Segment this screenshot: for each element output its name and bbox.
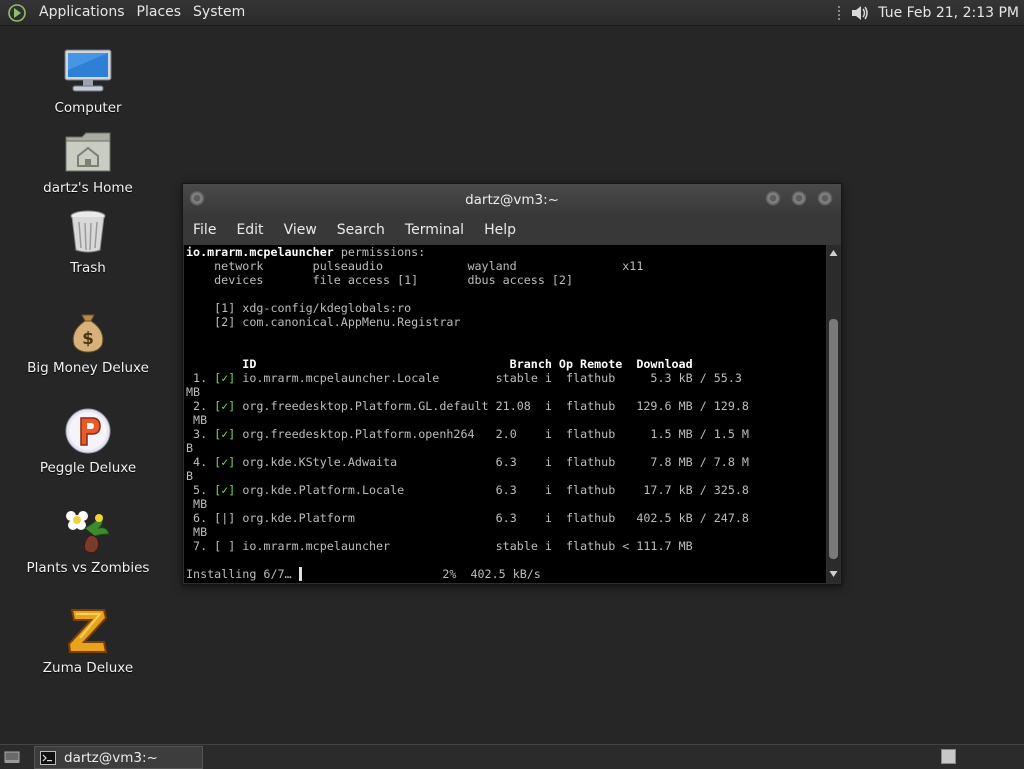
row-wrap: MB — [186, 525, 208, 539]
terminal-menubar: File Edit View Search Terminal Help — [183, 216, 841, 245]
menu-help[interactable]: Help — [474, 216, 526, 245]
scrollbar-thumb[interactable] — [829, 319, 838, 559]
terminal-output: io.mrarm.mcpelauncher permissions: netwo… — [184, 245, 826, 581]
menu-search[interactable]: Search — [327, 216, 395, 245]
row-wrap: B — [186, 469, 194, 483]
menu-file[interactable]: File — [183, 216, 226, 245]
row-wrap: MB — [186, 497, 208, 511]
desktop-icon-label: Plants vs Zombies — [26, 560, 150, 576]
desktop-icon-peggle-deluxe[interactable]: Peggle Deluxe — [18, 406, 158, 476]
progress-mark: [|] — [214, 511, 236, 525]
svg-text:$: $ — [82, 329, 94, 349]
row-wrap: MB — [186, 413, 208, 427]
system-menu[interactable]: System — [187, 0, 251, 25]
volume-icon[interactable] — [850, 3, 870, 23]
desktop-icon-label: dartz's Home — [43, 180, 133, 196]
install-status: Installing 6/7… 2% 402.5 kB/s — [186, 567, 541, 581]
bottom-panel: dartz@vm3:~ — [0, 744, 1024, 769]
top-panel: Applications Places System Tue Feb 21, 2… — [0, 0, 1024, 26]
menu-view[interactable]: View — [274, 216, 327, 245]
computer-icon — [63, 46, 113, 96]
done-checkmark: [✓] — [214, 483, 236, 497]
window-title: dartz@vm3:~ — [465, 192, 559, 208]
maximize-icon[interactable] — [791, 191, 807, 207]
terminal-screen[interactable]: io.mrarm.mcpelauncher permissions: netwo… — [184, 245, 826, 583]
peggle-icon — [63, 406, 113, 456]
desktop-icon-label: Peggle Deluxe — [39, 460, 137, 476]
clock[interactable]: Tue Feb 21, 2:13 PM — [878, 5, 1019, 21]
menu-edit[interactable]: Edit — [226, 216, 273, 245]
applications-menu[interactable]: Applications — [33, 0, 131, 25]
transaction-row: 2. [✓] org.freedesktop.Platform.GL.defau… — [186, 399, 749, 413]
desktop-icon-label: Computer — [54, 100, 122, 116]
done-checkmark: [✓] — [214, 427, 236, 441]
terminal-window[interactable]: dartz@vm3:~ File Edit View Search Termin… — [182, 183, 842, 585]
taskbar-button-label: dartz@vm3:~ — [64, 749, 158, 766]
title-bar[interactable]: dartz@vm3:~ — [183, 184, 841, 216]
desktop-icon-label: Zuma Deluxe — [42, 660, 134, 676]
row-wrap: MB — [186, 385, 201, 399]
transaction-row: 1. [✓] io.mrarm.mcpelauncher.Locale stab… — [186, 371, 742, 385]
table-header: ID Branch Op Remote Download — [186, 357, 693, 371]
desktop-icon-big-money-deluxe[interactable]: $ Big Money Deluxe — [18, 306, 158, 376]
places-menu[interactable]: Places — [131, 0, 188, 25]
desktop-icon-zuma-deluxe[interactable]: Zuma Deluxe — [18, 606, 158, 676]
minimize-icon[interactable] — [765, 191, 781, 207]
permissions-label: permissions: — [333, 245, 426, 259]
terminal-icon — [40, 750, 56, 765]
permission-reference: [2] com.canonical.AppMenu.Registrar — [186, 315, 461, 329]
menu-terminal[interactable]: Terminal — [395, 216, 474, 245]
taskbar-button-terminal[interactable]: dartz@vm3:~ — [34, 746, 203, 769]
zuma-icon — [63, 606, 113, 656]
desktop-icon-label: Big Money Deluxe — [27, 360, 149, 376]
workspace-switcher[interactable] — [941, 749, 956, 764]
permissions-line: network pulseaudio wayland x11 — [186, 259, 644, 273]
transaction-row: 6. [|] org.kde.Platform 6.3 i flathub 40… — [186, 511, 749, 525]
desktop-icon-home[interactable]: dartz's Home — [18, 126, 158, 196]
panel-separator-icon — [836, 5, 844, 21]
money-bag-icon: $ — [63, 306, 113, 356]
plants-vs-zombies-icon — [63, 506, 113, 556]
show-desktop-icon[interactable] — [4, 749, 20, 765]
close-icon[interactable] — [817, 191, 833, 207]
transaction-row: 7. [ ] io.mrarm.mcpelauncher stable i fl… — [186, 539, 693, 553]
permission-reference: [1] xdg-config/kdeglobals:ro — [186, 301, 412, 315]
pending-mark: [ ] — [214, 539, 236, 553]
done-checkmark: [✓] — [214, 399, 236, 413]
transaction-row: 4. [✓] org.kde.KStyle.Adwaita 6.3 i flat… — [186, 455, 749, 469]
transaction-row: 5. [✓] org.kde.Platform.Locale 6.3 i fla… — [186, 483, 749, 497]
trash-icon — [63, 206, 113, 256]
scroll-up-icon[interactable] — [829, 248, 838, 258]
desktop-icon-computer[interactable]: Computer — [18, 46, 158, 116]
desktop-icon-label: Trash — [70, 260, 106, 276]
app-id-text: io.mrarm.mcpelauncher — [186, 245, 334, 259]
done-checkmark: [✓] — [214, 455, 236, 469]
home-folder-icon — [63, 126, 113, 176]
scroll-down-icon[interactable] — [829, 569, 838, 579]
done-checkmark: [✓] — [214, 371, 236, 385]
desktop-icon-trash[interactable]: Trash — [18, 206, 158, 276]
desktop-icon-plants-vs-zombies[interactable]: Plants vs Zombies — [18, 506, 158, 576]
permissions-line: devices file access [1] dbus access [2] — [186, 273, 574, 287]
row-wrap: B — [186, 441, 194, 455]
transaction-row: 3. [✓] org.freedesktop.Platform.openh264… — [186, 427, 749, 441]
terminal-scrollbar[interactable] — [827, 245, 840, 583]
gnome-foot-menu-icon[interactable] — [7, 3, 27, 23]
